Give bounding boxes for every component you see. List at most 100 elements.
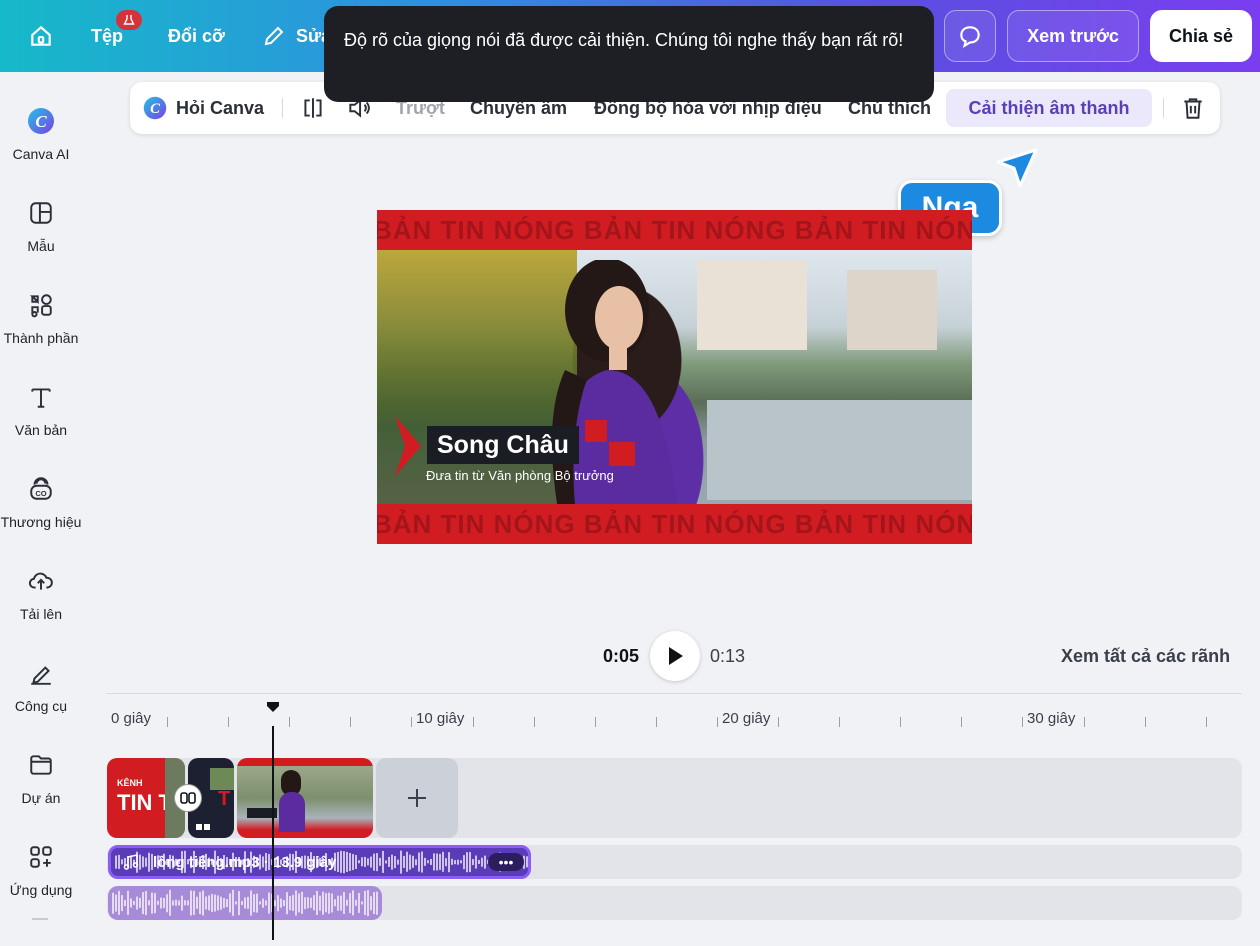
transition-button[interactable] xyxy=(174,784,202,812)
design-canvas[interactable]: BẢN TIN NÓNG BẢN TIN NÓNG BẢN TIN NÓNG B… xyxy=(377,210,972,544)
sidebar-item-elements[interactable]: Thành phần xyxy=(0,284,82,364)
waveform-bar xyxy=(340,850,342,874)
ask-canva-button[interactable]: C Hỏi Canva xyxy=(142,82,264,134)
share-button[interactable]: Chia sẻ xyxy=(1150,10,1252,62)
sidebar-item-apps[interactable]: Ứng dụng xyxy=(0,836,82,916)
audio-more-button[interactable]: ••• xyxy=(488,853,524,871)
preview-button[interactable]: Xem trước xyxy=(1007,10,1139,62)
video-clip-presenter[interactable] xyxy=(237,758,373,838)
waveform-bar xyxy=(337,851,339,873)
add-clip-button[interactable] xyxy=(376,758,458,838)
resize-label: Đổi cỡ xyxy=(168,25,225,46)
waveform-bar xyxy=(304,897,306,909)
sidebar-item-projects[interactable]: Dự án xyxy=(0,744,82,824)
waveform-bar xyxy=(145,857,147,867)
ruler-tick xyxy=(900,717,901,727)
split-button[interactable] xyxy=(300,82,326,134)
waveform-bar xyxy=(181,895,183,911)
edit-button[interactable]: Sửa xyxy=(262,0,331,72)
waveform-bar xyxy=(292,894,294,912)
ruler-tick xyxy=(411,717,412,727)
waveform-bar xyxy=(262,898,264,908)
waveform-bar xyxy=(361,901,363,905)
play-button[interactable] xyxy=(650,631,700,681)
sidebar-item-canva-ai[interactable]: C Canva AI xyxy=(0,100,82,180)
waveform-bar xyxy=(469,852,471,872)
music-note-icon xyxy=(123,854,139,870)
waveform-bar xyxy=(217,895,219,911)
canva-ai-icon: C xyxy=(143,96,167,120)
clip-body xyxy=(279,792,305,832)
clip-square xyxy=(196,824,202,830)
waveform-bar xyxy=(184,900,186,906)
see-all-tracks-button[interactable]: Xem tất cả các rãnh xyxy=(1061,646,1230,667)
background-audio-clip[interactable] xyxy=(108,886,382,920)
ruler-tick xyxy=(289,717,290,727)
ruler-label-10: 10 giây xyxy=(416,710,465,727)
breaking-news-band-bottom: BẢN TIN NÓNG BẢN TIN NÓNG BẢN TIN NÓNG xyxy=(377,504,972,544)
waveform-bar xyxy=(355,854,357,870)
waveform-bar xyxy=(163,897,165,909)
waveform-bar xyxy=(466,852,468,872)
sidebar-item-templates[interactable]: Mẫu xyxy=(0,192,82,272)
presenter-name: Song Châu xyxy=(437,430,569,459)
waveform-bar xyxy=(247,896,249,910)
waveform-bar xyxy=(436,853,438,871)
ruler-tick xyxy=(656,717,657,727)
plus-icon xyxy=(408,789,426,807)
ruler-tick xyxy=(1206,717,1207,727)
waveform-bar xyxy=(325,893,327,913)
waveform-bar xyxy=(367,858,369,866)
svg-text:CO: CO xyxy=(35,489,46,498)
sidebar-item-text[interactable]: Văn bản xyxy=(0,376,82,456)
ruler-tick xyxy=(473,717,474,727)
waveform-bar xyxy=(265,900,267,906)
enhance-audio-label: Cải thiện âm thanh xyxy=(968,97,1130,118)
waveform-bar xyxy=(475,855,477,869)
sidebar-item-tools[interactable]: Công cụ xyxy=(0,652,82,732)
waveform-bar xyxy=(370,896,372,910)
waveform-bar xyxy=(286,892,288,914)
waveform-bar xyxy=(205,896,207,910)
playhead-handle-icon[interactable] xyxy=(266,700,280,714)
waveform-bar xyxy=(472,859,474,865)
waveform-bar xyxy=(343,891,345,915)
waveform-bar xyxy=(259,901,261,905)
building xyxy=(847,270,937,350)
waveform-bar xyxy=(208,895,210,911)
delete-button[interactable] xyxy=(1180,82,1206,134)
clip-small-label: KÊNH xyxy=(117,778,143,788)
playhead[interactable] xyxy=(272,726,274,940)
sidebar-item-upload[interactable]: Tải lên xyxy=(0,560,82,640)
waveform-bar xyxy=(382,850,384,874)
trash-icon xyxy=(1184,98,1202,119)
enhance-audio-button[interactable]: Cải thiện âm thanh xyxy=(946,89,1152,127)
sidebar-item-brand[interactable]: CO Thương hiệu xyxy=(0,468,82,548)
waveform-bar xyxy=(115,855,117,869)
waveform-bar xyxy=(457,859,459,865)
waveform-bar xyxy=(127,890,129,916)
waveform-bar xyxy=(319,895,321,911)
waveform-bar xyxy=(373,892,375,914)
toast-notification: Độ rõ của giọng nói đã được cải thiện. C… xyxy=(324,6,934,102)
file-menu-button[interactable]: Tệp xyxy=(91,0,123,72)
voiceover-audio-clip[interactable]: lồng tiếng.mp3 · 13.9 giây xyxy=(108,845,531,879)
clip-thumb xyxy=(210,768,234,790)
flask-icon xyxy=(123,15,135,25)
waveform-bar xyxy=(463,855,465,869)
waveform-bar xyxy=(199,892,201,914)
waveform-bar xyxy=(391,854,393,870)
waveform-bar xyxy=(220,896,222,910)
svg-text:C: C xyxy=(35,112,47,131)
waveform-bar xyxy=(421,851,423,873)
waveform-bar xyxy=(334,899,336,907)
comment-button[interactable] xyxy=(944,10,996,62)
resize-button[interactable]: Đổi cỡ xyxy=(168,0,225,72)
total-time: 0:13 xyxy=(710,646,746,666)
waveform-bar xyxy=(307,897,309,909)
waveform-bar xyxy=(343,851,345,873)
waveform-bar xyxy=(400,850,402,874)
waveform-bar xyxy=(394,856,396,868)
waveform-bar xyxy=(196,896,198,910)
home-button[interactable] xyxy=(22,0,60,72)
